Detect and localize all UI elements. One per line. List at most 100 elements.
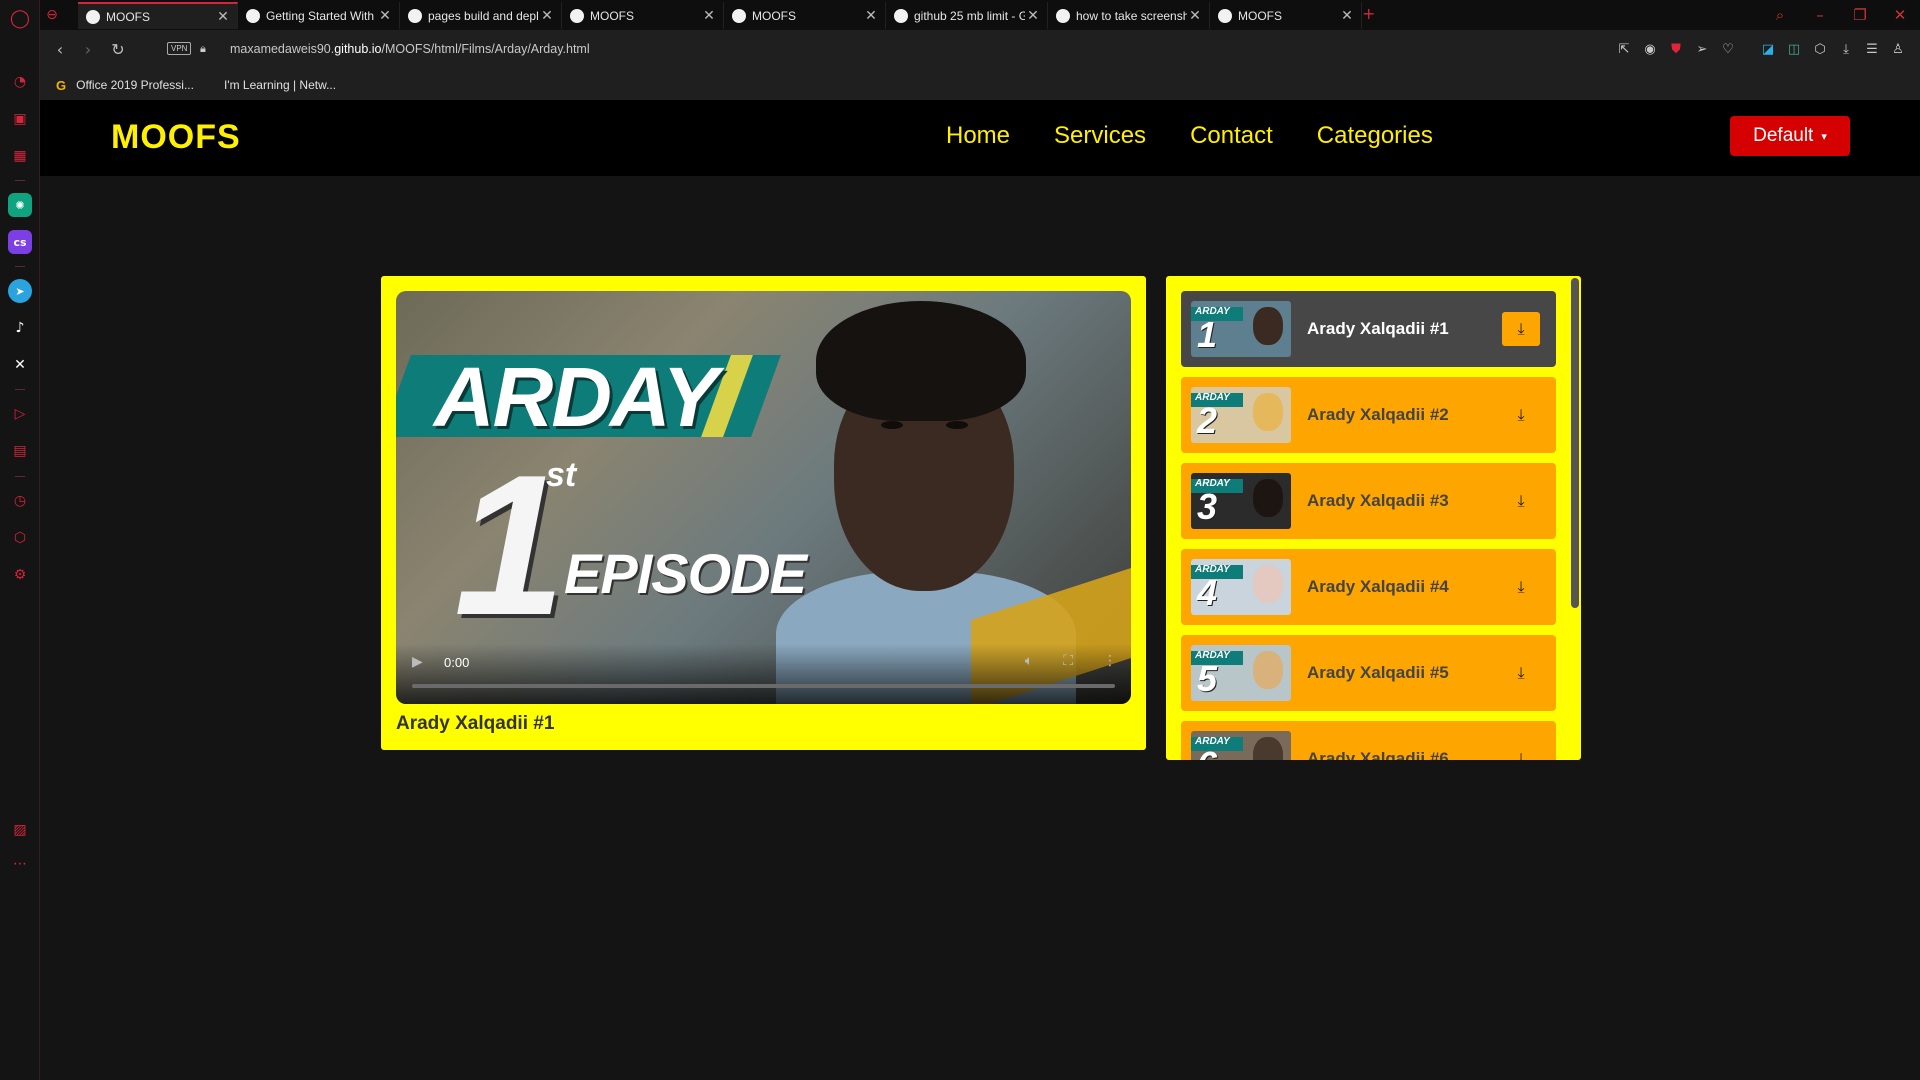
bookmarks-bar: G Office 2019 Professi... I'm Learning |… (40, 70, 1920, 100)
play-icon[interactable]: ▶ (412, 654, 423, 670)
telegram-icon[interactable]: ➤ (8, 279, 32, 303)
download-icon[interactable]: ⤓ (1502, 398, 1540, 432)
tab-close-icon[interactable]: ✕ (539, 8, 555, 24)
easy-setup-icon[interactable]: ☰ (1860, 38, 1884, 62)
browser-tab[interactable]: MOOFS ✕ (724, 2, 886, 29)
history-icon[interactable]: ◷ (8, 489, 32, 513)
calendar-icon[interactable]: ▦ (8, 144, 32, 168)
share-icon[interactable]: ⇱ (1612, 38, 1636, 62)
download-icon[interactable]: ⤓ (1502, 742, 1540, 760)
browser-tab[interactable]: MOOFS ✕ (1210, 2, 1362, 29)
tab-bar: ⊖ MOOFS✕Getting Started With Swipe✕pages… (40, 0, 1920, 30)
settings-gear-icon[interactable]: ⚙ (8, 563, 32, 587)
adblock-shield-icon[interactable]: ⛊ (1664, 38, 1688, 62)
tab-title: github 25 mb limit - Googl (914, 8, 1025, 23)
chatgpt-icon[interactable]: ✺ (8, 193, 32, 217)
reload-icon[interactable]: ↻ (106, 38, 130, 62)
tab-title: MOOFS (752, 8, 796, 23)
speed-dial-icon[interactable]: ◔ (8, 70, 32, 94)
episode-list-scrollbar[interactable] (1571, 278, 1579, 608)
browser-tab[interactable]: MOOFS ✕ (562, 2, 724, 29)
episode-item[interactable]: ARDAY 1 Arady Xalqadii #1 ⤓ (1181, 291, 1556, 367)
workspaces-icon[interactable]: ⊖ (40, 3, 64, 27)
sidebar-divider (15, 476, 25, 477)
download-icon[interactable]: ⤓ (1502, 570, 1540, 604)
browser-tab[interactable]: Getting Started With Swipe✕ (238, 2, 400, 29)
player-icon[interactable]: ▷ (8, 402, 32, 426)
new-tab-plus-icon[interactable]: + (1362, 4, 1375, 23)
episode-item[interactable]: ARDAY 3 Arady Xalqadii #3 ⤓ (1181, 463, 1556, 539)
close-window-icon[interactable]: ✕ (1880, 6, 1920, 24)
minimize-icon[interactable]: – (1800, 6, 1840, 24)
download-icon[interactable]: ⤓ (1502, 312, 1540, 346)
episode-thumbnail: ARDAY 5 (1191, 645, 1291, 701)
vpn-badge[interactable]: VPN (167, 42, 192, 55)
browser-tab[interactable]: github 25 mb limit - Googl✕ (886, 2, 1048, 29)
shopping-bag-icon[interactable]: ▣ (8, 107, 32, 131)
episode-thumbnail: ARDAY 3 (1191, 473, 1291, 529)
tiktok-icon[interactable]: ♪ (8, 316, 32, 340)
volume-icon[interactable]: 🔈︎ (1025, 653, 1033, 669)
fullscreen-icon[interactable]: ⛶ (1063, 653, 1073, 669)
tab-close-icon[interactable]: ✕ (1339, 8, 1355, 24)
bookmark-netacad[interactable]: I'm Learning | Netw... (224, 78, 336, 92)
translate-extension-icon[interactable]: ◪ (1756, 38, 1780, 62)
video-player-card: ARDAY 1 st EPISODE ▶ 0:00 🔈︎ ⛶ ⋮ Arady X… (381, 276, 1146, 750)
bookmark-label: I'm Learning | Netw... (223, 78, 337, 92)
send-icon[interactable]: ➢ (1690, 38, 1714, 62)
download-icon[interactable]: ⤓ (1502, 656, 1540, 690)
bookmark-label: Office 2019 Professi... (76, 78, 194, 92)
video-player[interactable]: ARDAY 1 st EPISODE ▶ 0:00 🔈︎ ⛶ ⋮ (396, 291, 1131, 704)
heart-icon[interactable]: ♡ (1716, 38, 1740, 62)
forward-icon[interactable]: › (76, 38, 100, 62)
search-tabs-icon[interactable]: ⌕ (1760, 6, 1800, 24)
tab-close-icon[interactable]: ✕ (215, 9, 231, 25)
opera-logo-icon[interactable]: ◯ (8, 6, 32, 30)
episode-item[interactable]: ARDAY6 Arady Xalqadii #6 ⤓ (1181, 721, 1556, 760)
site-logo[interactable]: MOOFS (111, 118, 241, 157)
episode-item[interactable]: ARDAY 2 Arady Xalqadii #2 ⤓ (1181, 377, 1556, 453)
episode-item[interactable]: ARDAY 5 Arady Xalqadii #5 ⤓ (1181, 635, 1556, 711)
browser-tab[interactable]: pages build and deployme✕ (400, 2, 562, 29)
more-icon[interactable]: ⋯ (8, 852, 32, 876)
wallet-icon[interactable]: ▤ (8, 439, 32, 463)
nav-home[interactable]: Home (946, 122, 1010, 150)
x-twitter-icon[interactable]: ✕ (8, 353, 32, 377)
extension-icon[interactable]: ◫ (1782, 38, 1806, 62)
browser-tab[interactable]: how to take screenshot in l✕ (1048, 2, 1210, 29)
download-icon[interactable]: ⤓ (1502, 484, 1540, 518)
tab-close-icon[interactable]: ✕ (1187, 8, 1203, 24)
tab-close-icon[interactable]: ✕ (1025, 8, 1041, 24)
episode-item[interactable]: ARDAY 4 Arady Xalqadii #4 ⤓ (1181, 549, 1556, 625)
nav-categories[interactable]: Categories (1317, 122, 1433, 150)
profile-icon[interactable]: ♙ (1886, 38, 1910, 62)
url-path: /MOOFS/html/Films/Arday/Arday.html (381, 42, 590, 56)
now-playing-title: Arady Xalqadii #1 (396, 713, 555, 734)
camera-icon[interactable]: ◉ (1638, 38, 1662, 62)
url-field[interactable]: maxamedaweis90.github.io/MOOFS/html/Film… (230, 42, 590, 56)
nav-contact[interactable]: Contact (1190, 122, 1273, 150)
poster-ordinal-suffix: st (546, 456, 577, 494)
nav-services[interactable]: Services (1054, 122, 1146, 150)
sidebar-divider (15, 266, 25, 267)
back-icon[interactable]: ‹ (48, 38, 72, 62)
thumbnail-actor (1253, 737, 1283, 760)
video-progress-bar[interactable] (412, 684, 1115, 688)
gallery-icon[interactable]: ▨ (8, 818, 32, 842)
default-dropdown-button[interactable]: Default ▾ (1730, 116, 1850, 156)
restore-icon[interactable]: ❐ (1840, 6, 1880, 24)
extensions-icon[interactable]: ⬡ (1808, 38, 1832, 62)
tab-close-icon[interactable]: ✕ (863, 8, 879, 24)
download-icon[interactable]: ⤓ (1834, 38, 1858, 62)
url-domain: github.io (334, 42, 382, 56)
bookmark-office[interactable]: G Office 2019 Professi... (56, 78, 194, 93)
lock-icon[interactable]: 🔒︎ (200, 42, 206, 56)
more-options-icon[interactable]: ⋮ (1103, 653, 1117, 669)
window-controls: ⌕ – ❐ ✕ (1760, 0, 1920, 30)
tab-close-icon[interactable]: ✕ (377, 8, 393, 24)
chatsonic-icon[interactable]: cs (8, 230, 32, 254)
video-controls: ▶ 0:00 🔈︎ ⛶ ⋮ (396, 644, 1131, 704)
browser-tab[interactable]: MOOFS ✕ (78, 2, 238, 29)
extensions-cube-icon[interactable]: ⬡ (8, 526, 32, 550)
tab-close-icon[interactable]: ✕ (701, 8, 717, 24)
